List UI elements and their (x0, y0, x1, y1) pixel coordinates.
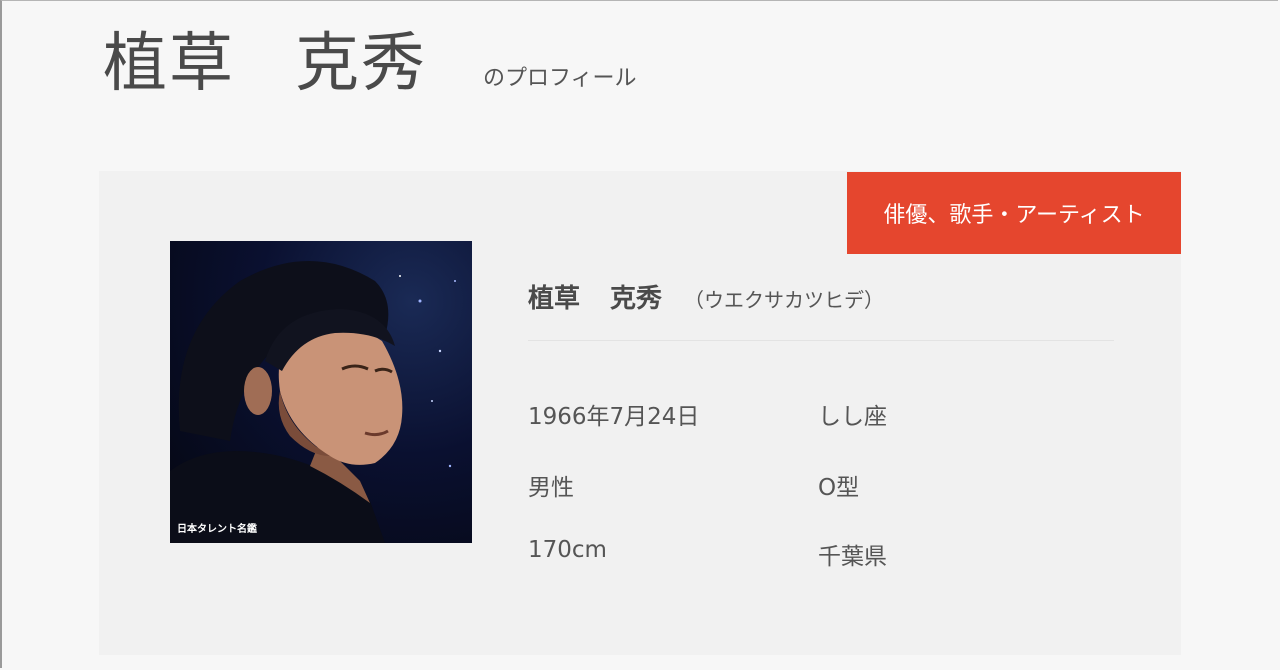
blood-type-value: O型 (818, 475, 860, 501)
profile-photo: 日本タレント名鑑 (170, 241, 472, 543)
birthday-value: 1966年7月24日 (528, 404, 700, 430)
profile-name: 植草 克秀 （ウエクサカツヒデ） (528, 278, 884, 315)
profile-family-name: 植草 (528, 284, 581, 314)
page-title-given-name: 克秀 (295, 27, 427, 101)
profile-name-text: 植草 克秀 (528, 278, 662, 315)
photo-credit: 日本タレント名鑑 (177, 524, 257, 535)
category-badge[interactable]: 俳優、歌手・アーティスト (847, 172, 1181, 254)
height-value: 170cm (528, 537, 607, 563)
page-title-family-name: 植草 (103, 27, 235, 101)
page-title-name: 植草 克秀 (103, 12, 427, 104)
page-title-suffix: のプロフィール (483, 66, 637, 91)
gender-value: 男性 (528, 475, 574, 501)
portrait-image (170, 261, 456, 543)
profile-given-name: 克秀 (610, 284, 663, 314)
zodiac-value: しし座 (818, 404, 887, 430)
profile-name-kana: （ウエクサカツヒデ） (684, 288, 885, 312)
divider (528, 340, 1114, 341)
birthplace-value: 千葉県 (818, 544, 887, 570)
page-title: 植草 克秀 のプロフィール (103, 12, 637, 104)
